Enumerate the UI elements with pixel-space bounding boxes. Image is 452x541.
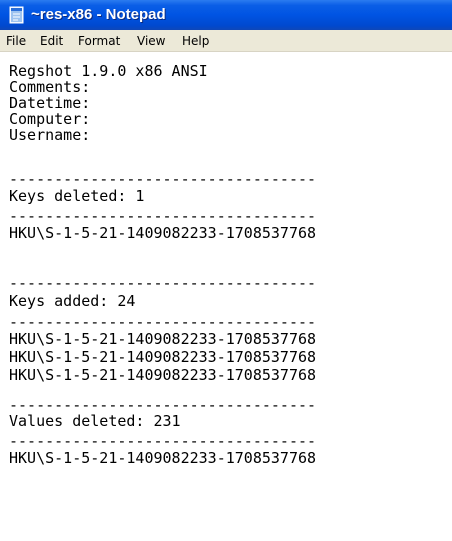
separator-line: ---------------------------------- (9, 207, 317, 225)
menu-bar: File Edit Format View Help (0, 30, 452, 52)
text-editor[interactable]: Regshot 1.9.0 x86 ANSI Comments: Datetim… (0, 52, 452, 541)
notepad-icon[interactable] (8, 6, 26, 24)
menu-edit[interactable]: Edit (40, 33, 63, 49)
separator-line: ---------------------------------- (9, 274, 317, 292)
text-line: HKU\S-1-5-21-1409082233-1708537768 (9, 330, 317, 348)
text-line: HKU\S-1-5-21-1409082233-1708537768 (9, 449, 317, 467)
menu-format[interactable]: Format (78, 33, 120, 49)
text-line: Keys added: 24 (9, 292, 136, 310)
menu-help[interactable]: Help (182, 33, 209, 49)
window-title: ~res-x86 - Notepad (31, 6, 166, 23)
separator-line: ---------------------------------- (9, 170, 317, 188)
title-bar[interactable]: ~res-x86 - Notepad (0, 0, 452, 30)
text-line: Keys deleted: 1 (9, 187, 145, 205)
text-line: HKU\S-1-5-21-1409082233-1708537768 (9, 224, 317, 242)
menu-file[interactable]: File (6, 33, 26, 49)
separator-line: ---------------------------------- (9, 313, 317, 331)
text-line: HKU\S-1-5-21-1409082233-1708537768 (9, 366, 317, 384)
text-line: HKU\S-1-5-21-1409082233-1708537768 (9, 348, 317, 366)
menu-view[interactable]: View (137, 33, 165, 49)
text-line: Values deleted: 231 (9, 412, 181, 430)
text-line: Username: (9, 126, 91, 144)
notepad-window: ~res-x86 - Notepad File Edit Format View… (0, 0, 452, 541)
separator-line: ---------------------------------- (9, 432, 317, 450)
